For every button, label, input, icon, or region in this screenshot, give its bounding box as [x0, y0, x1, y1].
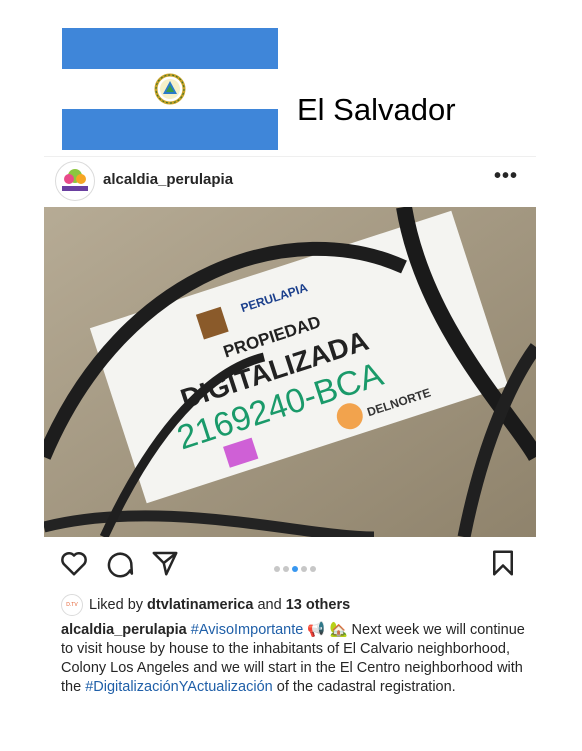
post-header: alcaldia_perulapia ••• — [44, 156, 536, 207]
perulapia-logo-icon — [62, 169, 88, 191]
comment-icon[interactable] — [105, 548, 135, 578]
hashtag-link[interactable]: #DigitalizaciónYActualización — [85, 679, 273, 695]
liker-username[interactable]: dtvlatinamerica — [147, 597, 253, 613]
coat-of-arms-icon — [154, 73, 186, 105]
carousel-dot — [310, 566, 316, 572]
post-photo[interactable]: PERULAPIA PROPIEDAD DIGITALIZADA 2169240… — [44, 207, 536, 537]
post-username[interactable]: alcaldia_perulapia — [103, 171, 233, 188]
country-name: El Salvador — [297, 92, 456, 127]
carousel-dot — [274, 566, 280, 572]
post-caption: alcaldia_perulapia #AvisoImportante 📢 🏡 … — [61, 621, 526, 697]
bookmark-icon[interactable] — [488, 548, 518, 578]
likes-and: and — [257, 596, 282, 613]
heart-icon[interactable] — [59, 548, 89, 578]
likes-prefix: Liked by — [89, 596, 144, 613]
carousel-dot-active — [292, 566, 298, 572]
flag-blue-band-bottom — [62, 109, 278, 151]
carousel-indicator — [274, 559, 319, 577]
flag-blue-band-top — [62, 28, 278, 69]
carousel-dot — [301, 566, 307, 572]
instagram-post: alcaldia_perulapia ••• PERULAPIA PROPIED… — [44, 156, 536, 746]
post-actions — [44, 544, 536, 584]
ellipsis-icon[interactable]: ••• — [494, 165, 518, 188]
hashtag-link[interactable]: #AvisoImportante — [191, 622, 304, 638]
profile-avatar[interactable] — [55, 161, 95, 201]
caption-text-end: of the cadastral registration. — [276, 679, 456, 695]
share-icon[interactable] — [150, 548, 180, 578]
liker-avatar[interactable]: D.TV — [61, 594, 83, 616]
likes-others-link[interactable]: 13 others — [286, 597, 350, 613]
el-salvador-flag — [62, 28, 278, 151]
likes-line: D.TV Liked by dtvlatinamerica and 13 othe… — [61, 594, 350, 616]
caption-emoji: 📢 🏡 — [307, 622, 348, 638]
carousel-dot — [283, 566, 289, 572]
caption-username[interactable]: alcaldia_perulapia — [61, 622, 187, 638]
sticker-photo-image: PERULAPIA PROPIEDAD DIGITALIZADA 2169240… — [44, 207, 536, 537]
